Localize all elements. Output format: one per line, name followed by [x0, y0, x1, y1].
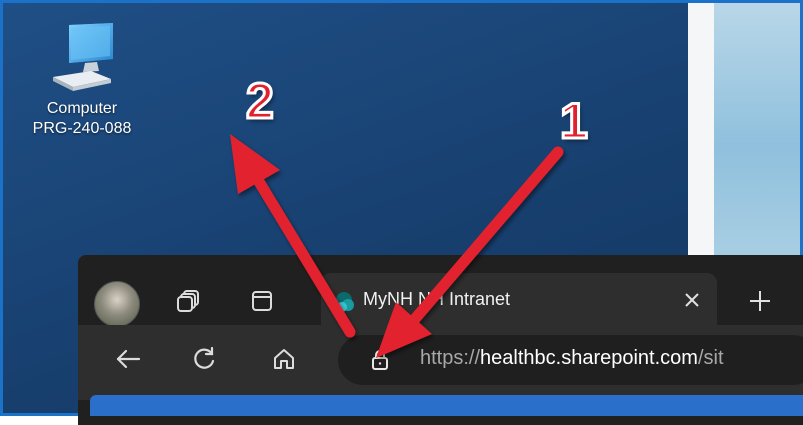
arrow-1: [376, 146, 564, 358]
arrow-2: [230, 134, 356, 338]
annotation-label-2: 2: [245, 72, 276, 131]
annotation-label-1: 1: [559, 92, 590, 151]
annotation-arrows: [230, 134, 564, 358]
